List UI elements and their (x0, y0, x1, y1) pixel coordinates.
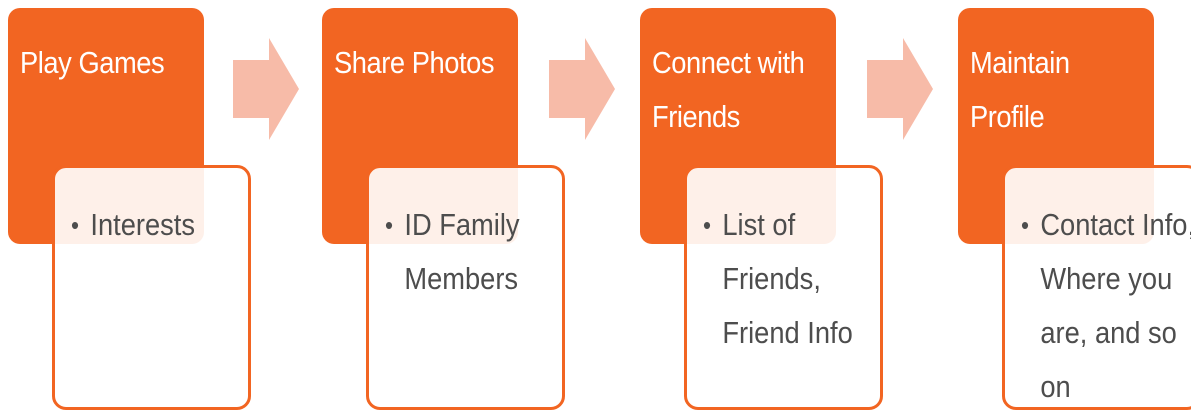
step-maintain-profile: Maintain Profile • Contact Info, Where yo… (958, 0, 1191, 412)
right-arrow-icon (867, 38, 933, 140)
detail-list-item: • Interests (71, 198, 258, 252)
bullet-icon: • (71, 210, 80, 240)
detail-list-item: • ID Family Members (385, 198, 572, 306)
process-diagram: Play Games • Interests Share Photos • ID F… (0, 0, 1191, 412)
right-arrow-icon (549, 38, 615, 140)
step-title: Share Photos (334, 45, 495, 80)
bullet-icon: • (385, 210, 394, 240)
step-title: Connect with Friends (652, 45, 805, 134)
detail-list: • ID Family Members (385, 198, 556, 306)
detail-list: • Interests (71, 198, 242, 252)
step-detail-card: • ID Family Members (366, 165, 565, 410)
step-detail-card: • List of Friends, Friend Info (684, 165, 883, 410)
step-detail-card: • Contact Info, Where you are, and so on (1002, 165, 1191, 410)
detail-list-item: • Contact Info, Where you are, and so on (1021, 198, 1191, 412)
step-title: Maintain Profile (970, 45, 1070, 134)
detail-list-item: • List of Friends, Friend Info (703, 198, 890, 360)
right-arrow-icon (233, 38, 299, 140)
detail-list: • Contact Info, Where you are, and so on (1021, 198, 1191, 412)
step-title: Play Games (20, 45, 165, 80)
step-detail-card: • Interests (52, 165, 251, 410)
bullet-icon: • (1021, 210, 1030, 240)
detail-list: • List of Friends, Friend Info (703, 198, 874, 360)
bullet-icon: • (703, 210, 712, 240)
